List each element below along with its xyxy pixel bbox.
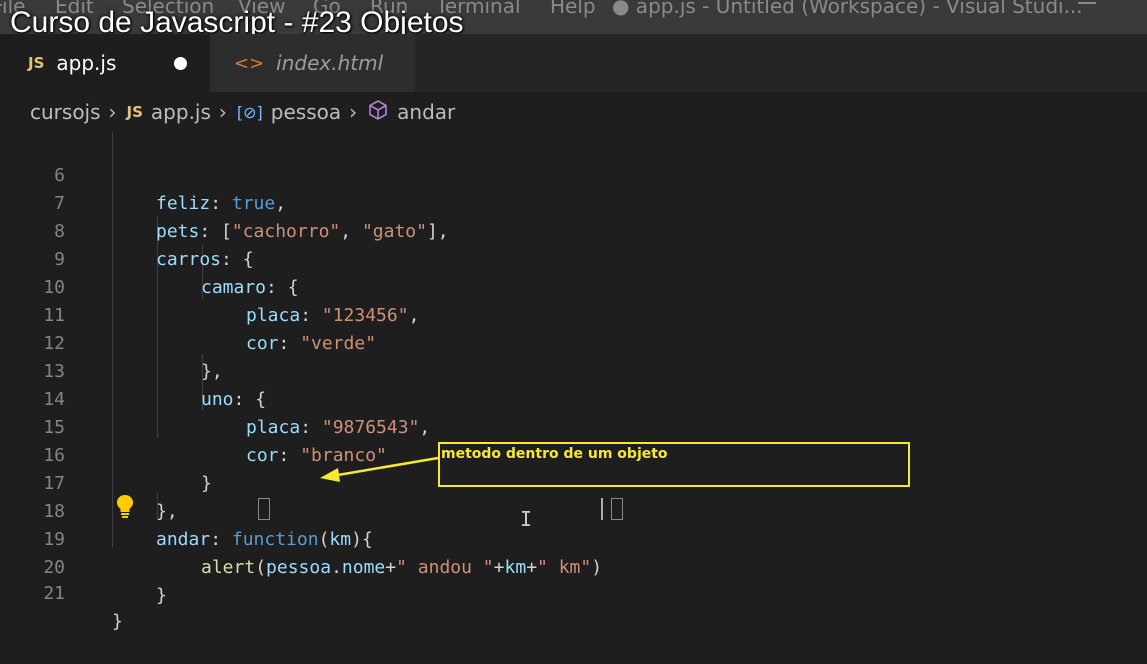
menu-help[interactable]: Help: [550, 0, 596, 18]
tab-bar: JS app.js <> index.html: [0, 34, 1147, 92]
lightbulb-icon[interactable]: [116, 494, 134, 522]
js-file-icon: JS: [126, 103, 143, 121]
variable-icon: [⊘]: [236, 102, 263, 122]
cube-icon: [367, 99, 389, 126]
tab-index-html[interactable]: <> index.html: [210, 34, 415, 92]
code-line: 11 cor: "verde": [0, 274, 1147, 354]
code-line: 6 feliz: true,: [0, 134, 1147, 214]
code-line: 9 camaro: {: [0, 218, 1147, 298]
bracket-match-highlight: [611, 498, 623, 520]
breadcrumb: cursojs › JS app.js › [⊘] pessoa › andar: [0, 92, 1147, 132]
text-cursor: [601, 498, 603, 520]
breadcrumb-variable[interactable]: pessoa: [271, 100, 341, 124]
chevron-right-icon: ›: [108, 100, 117, 124]
code-line: 16 }: [0, 414, 1147, 494]
ibeam-cursor-icon: I: [520, 507, 533, 531]
tab-label: index.html: [276, 51, 384, 75]
html-file-icon: <>: [234, 52, 265, 74]
line-number: 21: [43, 583, 65, 604]
code-line: 21 }: [0, 552, 1147, 632]
code-line: 13 uno: {: [0, 330, 1147, 410]
breadcrumb-folder[interactable]: cursojs: [30, 100, 101, 124]
chevron-right-icon: ›: [349, 100, 358, 124]
minimize-icon[interactable]: [1078, 2, 1096, 4]
chevron-right-icon: ›: [218, 100, 227, 124]
tab-label: app.js: [56, 51, 117, 75]
code-line: 19 alert(pessoa.nome+" andou "+km+" km"): [0, 498, 1147, 578]
code-line: 20 }: [0, 526, 1147, 606]
code-editor[interactable]: 6 feliz: true, 7 pets: ["cachorro", "gat…: [0, 132, 1147, 632]
breadcrumb-file[interactable]: app.js: [151, 100, 211, 124]
breadcrumb-method[interactable]: andar: [397, 100, 455, 124]
annotation-text: metodo dentro de um objeto: [441, 446, 668, 462]
code-line: 10 placa: "123456",: [0, 246, 1147, 326]
code-line: 7 pets: ["cachorro", "gato"],: [0, 162, 1147, 242]
code-line: 15 cor: "branco": [0, 386, 1147, 466]
code-line: 14 placa: "9876543",: [0, 358, 1147, 438]
tab-app-js[interactable]: JS app.js: [0, 34, 210, 92]
window-title: ● app.js - Untitled (Workspace) - Visual…: [612, 0, 1083, 18]
code-line: 8 carros: {: [0, 190, 1147, 270]
bracket-match-highlight: [258, 498, 270, 520]
js-file-icon: JS: [28, 54, 45, 72]
code-line: 12 },: [0, 302, 1147, 382]
unsaved-dot-icon[interactable]: [174, 57, 187, 70]
